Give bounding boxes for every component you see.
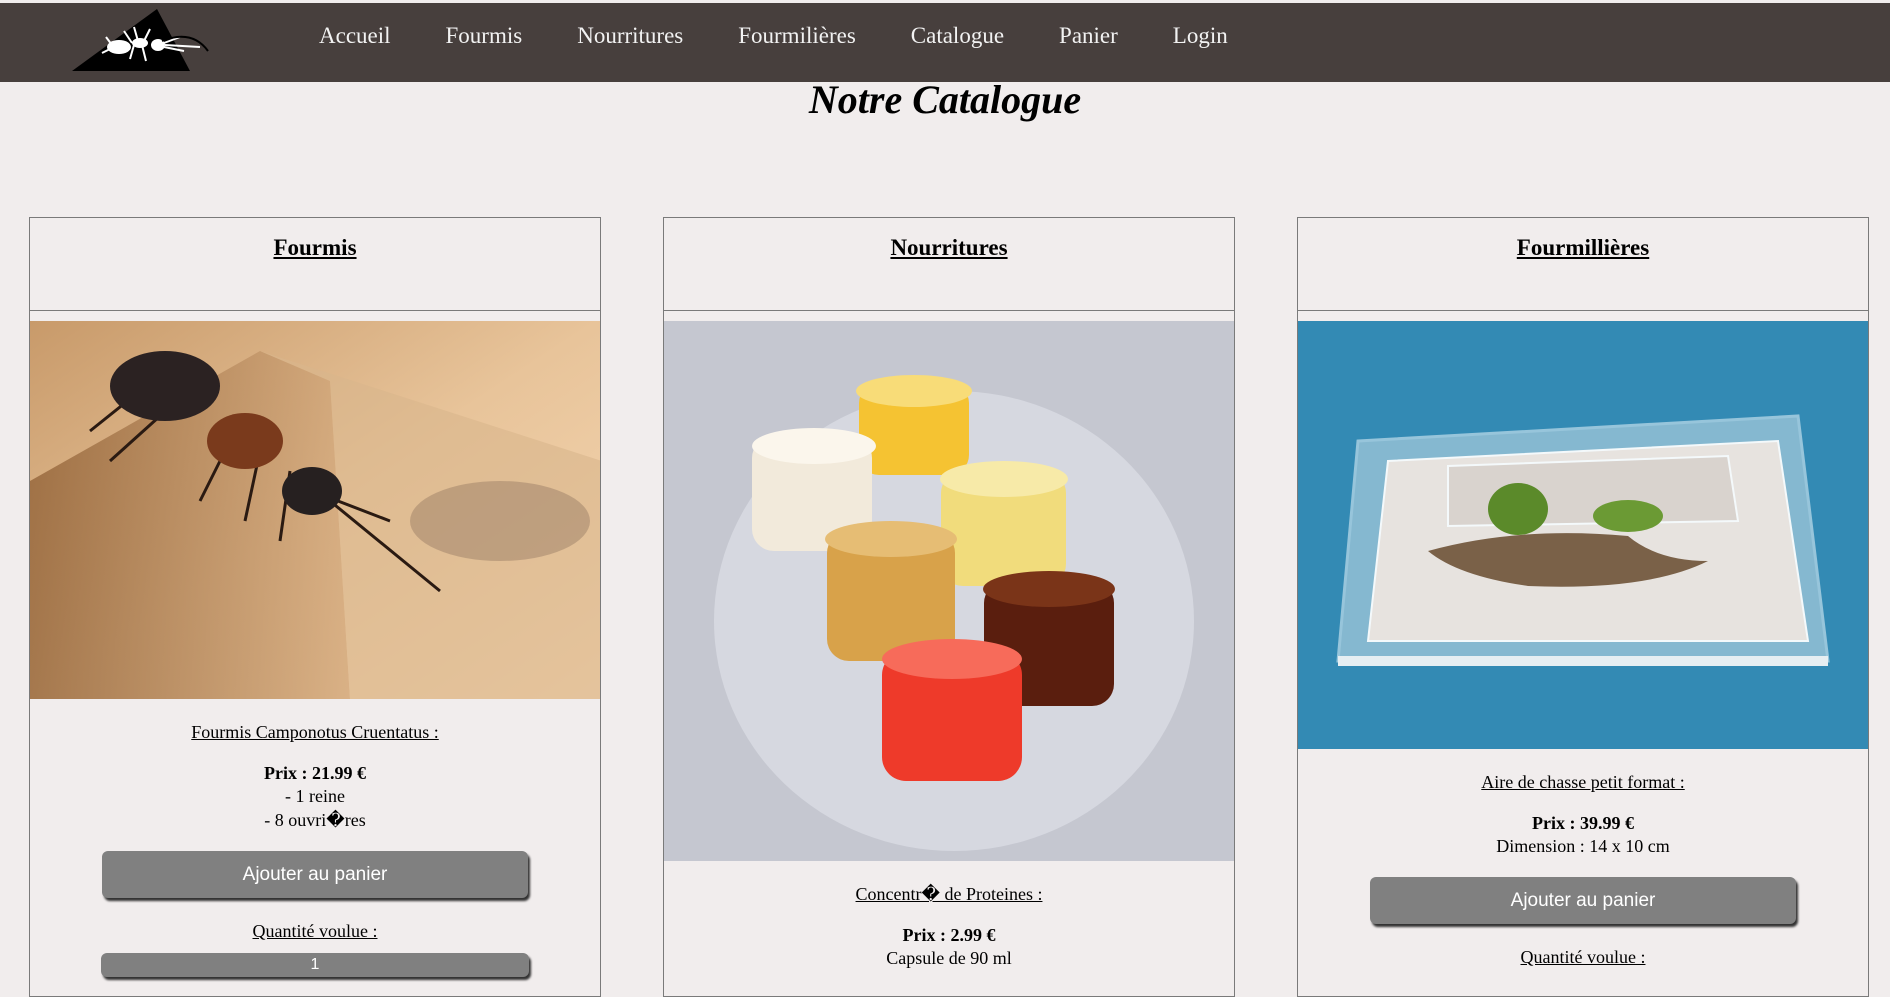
- product-card-fourmillieres: Fourmillières Aire de chasse petit forma…: [1297, 217, 1869, 997]
- product-name: Concentr� de Proteines :: [855, 884, 1043, 904]
- card-divider: [664, 310, 1234, 311]
- card-category-title: Fourmis: [273, 235, 357, 260]
- product-card-nourritures: Nourritures Concentr� de Proteines : Pri…: [663, 217, 1235, 997]
- nav-accueil[interactable]: Accueil: [319, 23, 391, 49]
- nav-nourritures[interactable]: Nourritures: [577, 23, 683, 49]
- protein-jelly-cups-photo: [664, 321, 1234, 861]
- product-desc-line: Capsule de 90 ml: [886, 948, 1012, 968]
- product-desc-line: - 1 reine: [285, 786, 345, 806]
- add-to-cart-button[interactable]: Ajouter au panier: [102, 851, 528, 898]
- product-name: Fourmis Camponotus Cruentatus :: [191, 722, 439, 742]
- card-divider: [30, 310, 600, 311]
- quantity-label: Quantité voulue :: [252, 921, 378, 941]
- card-divider: [1298, 310, 1868, 311]
- product-price: Prix : 39.99 €: [1532, 813, 1634, 833]
- nav-catalogue[interactable]: Catalogue: [911, 23, 1004, 49]
- card-category-title: Fourmillières: [1516, 235, 1650, 260]
- top-navbar: Accueil Fourmis Nourritures Fourmilières…: [0, 0, 1890, 82]
- acrylic-formicarium-photo: [1298, 321, 1868, 749]
- product-desc-line: Dimension : 14 x 10 cm: [1496, 836, 1670, 856]
- product-name: Aire de chasse petit format :: [1481, 772, 1685, 792]
- add-to-cart-button[interactable]: Ajouter au panier: [1370, 877, 1796, 924]
- card-category-title: Nourritures: [890, 235, 1008, 260]
- product-desc-line: - 8 ouvri�res: [264, 810, 366, 830]
- ant-photo: [30, 321, 600, 699]
- page-title: Notre Catalogue: [808, 77, 1082, 122]
- ant-logo-icon[interactable]: [72, 7, 212, 75]
- product-price: Prix : 21.99 €: [264, 763, 366, 783]
- main-nav: Accueil Fourmis Nourritures Fourmilières…: [319, 23, 1283, 49]
- nav-panier[interactable]: Panier: [1059, 23, 1118, 49]
- product-price: Prix : 2.99 €: [902, 925, 996, 945]
- quantity-label: Quantité voulue :: [1520, 947, 1646, 967]
- nav-fourmis[interactable]: Fourmis: [446, 23, 523, 49]
- quantity-input[interactable]: [101, 953, 529, 977]
- nav-login[interactable]: Login: [1173, 23, 1228, 49]
- product-card-fourmis: Fourmis Fourmis Camponotus Cruentatus: …: [29, 217, 601, 997]
- nav-fourmilieres[interactable]: Fourmilières: [738, 23, 856, 49]
